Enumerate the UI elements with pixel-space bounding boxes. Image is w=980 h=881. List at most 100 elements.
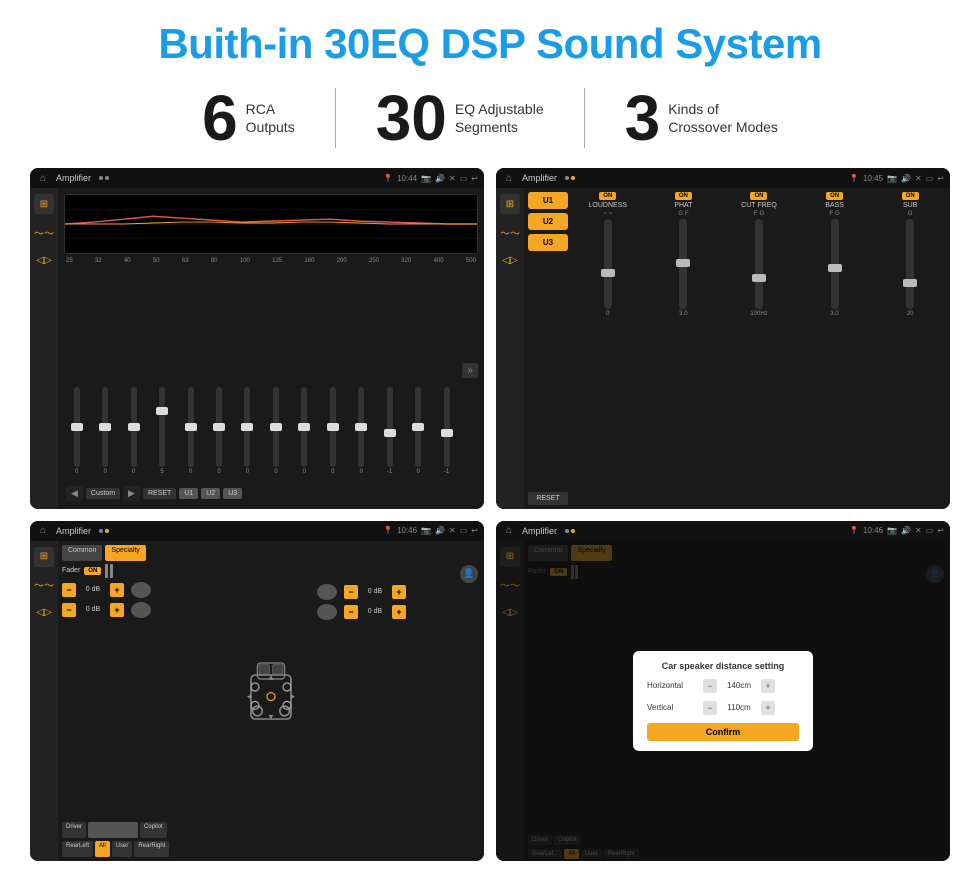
tab-specialty[interactable]: Specialty: [105, 545, 145, 561]
amp2-u2-btn[interactable]: U2: [528, 213, 568, 230]
vol-plus-4[interactable]: +: [392, 605, 406, 619]
eq-custom-btn[interactable]: Custom: [86, 488, 120, 499]
amp2-u1-btn[interactable]: U1: [528, 192, 568, 209]
cutfreq-on[interactable]: ON: [750, 192, 767, 200]
bass-on[interactable]: ON: [826, 192, 843, 200]
stat-number-eq: 30: [376, 86, 447, 150]
eq-graph: [64, 194, 478, 254]
vol-row-3: − 0 dB +: [317, 584, 480, 600]
eq-slider-13: -1: [434, 387, 459, 475]
rect-icon-3: ▭: [460, 526, 468, 535]
back-icon-2: ↩: [937, 174, 944, 183]
pin-icon-4: 📍: [849, 526, 859, 535]
volume-controls: − 0 dB + − 0 dB +: [62, 582, 225, 618]
cross-rearright-btn[interactable]: RearRight: [134, 841, 169, 857]
pin-icon-2: 📍: [849, 174, 859, 183]
channel-bass: ON BASS FG 3.0: [799, 192, 871, 505]
vertical-value: 110cm: [721, 703, 757, 712]
sub-slider[interactable]: [906, 219, 914, 309]
cam-icon-2: 📷: [887, 174, 897, 183]
confirm-button[interactable]: Confirm: [647, 723, 799, 741]
eq-next-btn[interactable]: ▶: [123, 486, 140, 501]
loudness-value: 0: [606, 311, 609, 317]
vertical-minus-btn[interactable]: −: [703, 701, 717, 715]
bass-thumb: [828, 264, 842, 272]
home-icon-4: ⌂: [502, 524, 516, 538]
person-icon-cross[interactable]: 👤: [460, 565, 478, 583]
eq-icon-2[interactable]: 〜〜: [34, 222, 54, 242]
vol-minus-3[interactable]: −: [344, 585, 358, 599]
cross-icon-3[interactable]: ◁▷: [34, 603, 54, 623]
dot4: [571, 176, 575, 180]
loudness-slider[interactable]: [604, 219, 612, 309]
loudness-on[interactable]: ON: [599, 192, 616, 200]
eq-slider-9: 0: [320, 387, 345, 475]
vol-plus-2[interactable]: +: [110, 603, 124, 617]
cutfreq-slider[interactable]: [755, 219, 763, 309]
cross-icon-2[interactable]: 〜〜: [34, 575, 54, 595]
eq-reset-btn[interactable]: RESET: [143, 488, 176, 499]
fader-on[interactable]: ON: [84, 567, 101, 575]
amp2-icon-1[interactable]: ⊞: [500, 194, 520, 214]
rect-icon-2: ▭: [926, 174, 934, 183]
amp2-icon-3[interactable]: ◁▷: [500, 250, 520, 270]
bass-slider[interactable]: [831, 219, 839, 309]
cross-rearleft-btn[interactable]: RearLeft: [62, 841, 93, 857]
status-right-dialog: 📍 10:46 📷 🔊 ✕ ▭ ↩: [849, 526, 944, 535]
cross-icon-1[interactable]: ⊞: [34, 547, 54, 567]
status-dots-amp2: [565, 176, 575, 180]
phat-thumb: [676, 259, 690, 267]
speaker-icon-4: [317, 604, 337, 620]
vol-icon-2: 🔊: [901, 174, 911, 183]
volume-controls-right: − 0 dB + − 0 dB +: [317, 584, 480, 620]
cross-driver-btn[interactable]: Driver: [62, 822, 86, 838]
eq-slider-3: 5: [149, 387, 174, 475]
horizontal-minus-btn[interactable]: −: [703, 679, 717, 693]
dialog-overlay: Car speaker distance setting Horizontal …: [496, 541, 950, 862]
eq-icon-1[interactable]: ⊞: [34, 194, 54, 214]
vol-plus-1[interactable]: +: [110, 583, 124, 597]
channel-sub: ON SUB G 20: [874, 192, 946, 505]
amp2-u3-btn[interactable]: U3: [528, 234, 568, 251]
cross-center: [88, 822, 138, 838]
cross-side-icons: ⊞ 〜〜 ◁▷: [30, 541, 58, 862]
vol-row-4: − 0 dB +: [317, 604, 480, 620]
crossover-tabs: Common Specialty: [62, 545, 480, 561]
phat-on[interactable]: ON: [675, 192, 692, 200]
cross-user-btn[interactable]: User: [112, 841, 133, 857]
vertical-plus-btn[interactable]: +: [761, 701, 775, 715]
vol-minus-1[interactable]: −: [62, 583, 76, 597]
vol-plus-3[interactable]: +: [392, 585, 406, 599]
vol-icon: 🔊: [435, 174, 445, 183]
bass-value: 3.0: [830, 311, 838, 317]
vol-minus-2[interactable]: −: [62, 603, 76, 617]
cam-icon-4: 📷: [887, 526, 897, 535]
rect-icon-4: ▭: [926, 526, 934, 535]
eq-icon-3[interactable]: ◁▷: [34, 250, 54, 270]
eq-u2-btn[interactable]: U2: [201, 488, 220, 499]
back-icon-4: ↩: [937, 526, 944, 535]
eq-u1-btn[interactable]: U1: [179, 488, 198, 499]
amp2-main-area: U1 U2 U3 RESET ON LOUDNESS ~~: [524, 188, 950, 509]
tab-common[interactable]: Common: [62, 545, 102, 561]
horizontal-plus-btn[interactable]: +: [761, 679, 775, 693]
amp2-icon-2[interactable]: 〜〜: [500, 222, 520, 242]
sub-on[interactable]: ON: [902, 192, 919, 200]
eq-prev-btn[interactable]: ◀: [66, 486, 83, 501]
status-dots-cross: [99, 529, 109, 533]
cam-icon-3: 📷: [421, 526, 431, 535]
dot2: [105, 176, 109, 180]
speaker-icon-1: [131, 582, 151, 598]
channel-phat: ON PHAT GF 3.0: [648, 192, 720, 505]
bass-label: BASS: [825, 202, 844, 209]
eq-u3-btn[interactable]: U3: [223, 488, 242, 499]
phat-slider[interactable]: [679, 219, 687, 309]
dot7: [565, 529, 569, 533]
cross-copilot-btn[interactable]: Copilot: [140, 822, 167, 838]
status-right-eq: 📍 10:44 📷 🔊 ✕ ▭ ↩: [383, 174, 478, 183]
vol-minus-4[interactable]: −: [344, 605, 358, 619]
eq-main-area: 25 32 40 50 63 80 100 125 160 200 250 32…: [58, 188, 484, 509]
dialog-title: Car speaker distance setting: [647, 661, 799, 671]
amp2-reset-btn[interactable]: RESET: [528, 492, 568, 505]
cross-all-btn[interactable]: All: [95, 841, 110, 857]
